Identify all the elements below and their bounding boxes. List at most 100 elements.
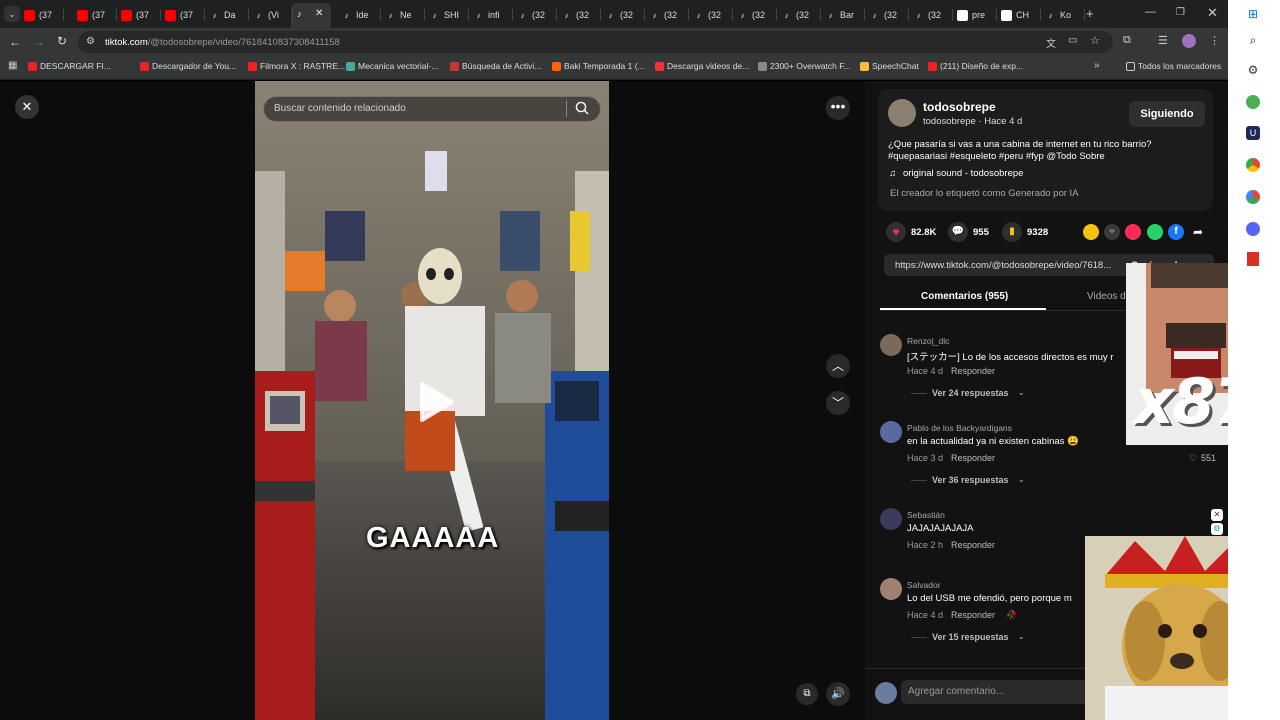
author-username[interactable]: todosobrepe [923, 100, 996, 114]
comment-avatar[interactable] [880, 578, 902, 600]
coin-share-icon[interactable] [1083, 224, 1099, 240]
browser-tab[interactable]: (37 [121, 4, 161, 26]
post-link[interactable]: https://www.tiktok.com/@todosobrepe/vide… [895, 260, 1111, 271]
comment-button[interactable]: 💬 [948, 222, 968, 242]
browser-tab[interactable]: ♪ (32 [913, 4, 953, 26]
reply-button[interactable]: Responder [951, 453, 995, 463]
bookmark-item[interactable]: 2300+ Overwatch F... [758, 61, 851, 71]
embed-code-icon[interactable]: ‹› [1104, 224, 1120, 240]
side-chrome-icon[interactable] [1245, 157, 1261, 173]
bookmark-item[interactable]: SpeechChat [860, 61, 919, 71]
browser-tab[interactable]: (37 [24, 4, 64, 26]
bookmark-item[interactable]: (211) Diseño de exp... [928, 61, 1023, 71]
extensions-icon[interactable]: ⧉ [1123, 34, 1131, 47]
bookmark-item[interactable]: Búsqueda de Activi... [450, 61, 541, 71]
reply-button[interactable]: Responder [951, 366, 995, 376]
reply-button[interactable]: Responder [951, 610, 995, 620]
translate-icon[interactable]: 文 [1046, 35, 1056, 50]
save-button[interactable]: ▮ [1002, 222, 1022, 242]
apps-grid-icon[interactable]: ▦ [8, 60, 17, 71]
comment-avatar[interactable] [880, 421, 902, 443]
sound-name[interactable]: original sound - todosobrepe [903, 168, 1023, 179]
reload-button[interactable]: ↻ [57, 34, 67, 48]
following-button[interactable]: Siguiendo [1129, 101, 1205, 127]
tab-comments[interactable]: Comentarios (955) [921, 291, 1008, 302]
reply-button[interactable]: Responder [951, 540, 995, 550]
side-cloud-icon[interactable] [1245, 94, 1261, 110]
comment-like-icon[interactable]: ♡ [1189, 453, 1197, 464]
previous-video-button[interactable]: ︿ [826, 354, 850, 378]
next-video-button[interactable]: ﹀ [826, 391, 850, 415]
browser-tab[interactable]: ♪ Ide [341, 4, 381, 26]
bookmark-item[interactable]: DESCARGAR FI... [28, 61, 111, 71]
browser-tab[interactable]: ♪ (32 [737, 4, 777, 26]
site-info-icon[interactable]: ⚙ [86, 36, 95, 47]
browser-tab[interactable]: ♪ Ne [385, 4, 425, 26]
comment-username[interactable]: Pablo de los Backyardigans [907, 423, 1012, 433]
search-icon[interactable] [574, 100, 590, 116]
author-avatar[interactable] [888, 99, 916, 127]
bookmark-item[interactable]: Descarga videos de... [655, 61, 749, 71]
pip-icon[interactable]: ⧉ [796, 683, 818, 705]
tab-creator-videos[interactable]: Videos de [1087, 291, 1131, 302]
restore-button[interactable]: ❐ [1176, 7, 1185, 18]
facebook-icon[interactable]: f [1168, 224, 1184, 240]
bookmark-item[interactable]: Baki Temporada 1 (... [552, 61, 645, 71]
comment-avatar[interactable] [880, 508, 902, 530]
browser-tab[interactable]: ♪ (32 [561, 4, 601, 26]
browser-tab[interactable]: ♪ (32 [605, 4, 645, 26]
browser-tab[interactable]: ♪ Da [209, 4, 249, 26]
media-control-icon[interactable]: ☰ [1158, 34, 1168, 47]
side-pdf-icon[interactable] [1245, 251, 1261, 267]
new-tab-button[interactable]: + [1086, 6, 1094, 21]
side-settings-icon[interactable]: ⚙ [1245, 62, 1261, 78]
browser-tab[interactable]: CH [1001, 4, 1041, 26]
active-tab-close-icon[interactable]: ✕ [315, 8, 323, 19]
browser-tab[interactable]: ♪ (32 [517, 4, 557, 26]
play-icon[interactable] [416, 380, 456, 424]
back-button[interactable]: ← [9, 35, 21, 49]
side-chrome-canary-icon[interactable] [1245, 189, 1261, 205]
browser-tab[interactable]: (37 [77, 4, 117, 26]
emoji-reaction-icon[interactable]: 🥀 [1006, 610, 1017, 621]
close-window-button[interactable]: ✕ [1207, 5, 1218, 21]
cast-icon[interactable]: ▭ [1068, 35, 1077, 46]
browser-tab[interactable]: ♪ (32 [693, 4, 733, 26]
windows-start-icon[interactable]: ⊞ [1245, 6, 1261, 22]
browser-tab[interactable]: ♪ Ko [1045, 4, 1085, 26]
bookmark-item[interactable]: Filmora X : RASTRE... [248, 61, 345, 71]
browser-tab[interactable]: ♪ (32 [649, 4, 689, 26]
view-replies-button[interactable]: Ver 36 respuestas [932, 475, 1009, 485]
like-button[interactable]: ♥ [886, 222, 906, 242]
close-video-button[interactable]: ✕ [15, 95, 39, 119]
all-bookmarks-folder[interactable]: Todos los marcadores [1126, 61, 1221, 71]
comment-username[interactable]: Renzo|_dlc [907, 336, 949, 346]
widget-settings-icon[interactable]: ⚙ [1211, 523, 1223, 535]
browser-tab[interactable]: ♪ SHI [429, 4, 469, 26]
minimize-button[interactable]: — [1145, 6, 1156, 18]
whatsapp-icon[interactable] [1147, 224, 1163, 240]
more-options-icon[interactable]: ••• [826, 96, 850, 120]
browser-tab[interactable]: ♪ Bar [825, 4, 865, 26]
tab-search-button[interactable]: ⌄ [4, 6, 20, 22]
bookmark-item[interactable]: Mecanica vectorial-... [346, 61, 438, 71]
view-replies-button[interactable]: Ver 15 respuestas [932, 632, 1009, 642]
bookmark-item[interactable]: Descargador de You... [140, 61, 236, 71]
url-text[interactable]: tiktok.com/@todosobrepe/video/7618410837… [105, 37, 340, 48]
comment-username[interactable]: Salvador [907, 580, 941, 590]
browser-tab[interactable]: ♪ (Vi [253, 4, 293, 26]
comment-avatar[interactable] [880, 334, 902, 356]
browser-tab[interactable]: ♪ (32 [869, 4, 909, 26]
browser-tab[interactable]: pre [957, 4, 997, 26]
share-arrow-icon[interactable]: ➦ [1190, 224, 1206, 240]
volume-icon[interactable]: 🔊 [826, 682, 850, 706]
side-app-u-icon[interactable]: U [1245, 125, 1261, 141]
browser-tab[interactable]: (37 [165, 4, 205, 26]
browser-tab[interactable]: ♪ (32 [781, 4, 821, 26]
browser-menu-icon[interactable]: ⋮ [1209, 34, 1220, 47]
view-replies-button[interactable]: Ver 24 respuestas [932, 388, 1009, 398]
send-to-friend-icon[interactable] [1125, 224, 1141, 240]
forward-button[interactable]: → [33, 35, 45, 49]
widget-close-icon[interactable]: ✕ [1211, 509, 1223, 521]
profile-avatar[interactable] [1182, 34, 1196, 48]
